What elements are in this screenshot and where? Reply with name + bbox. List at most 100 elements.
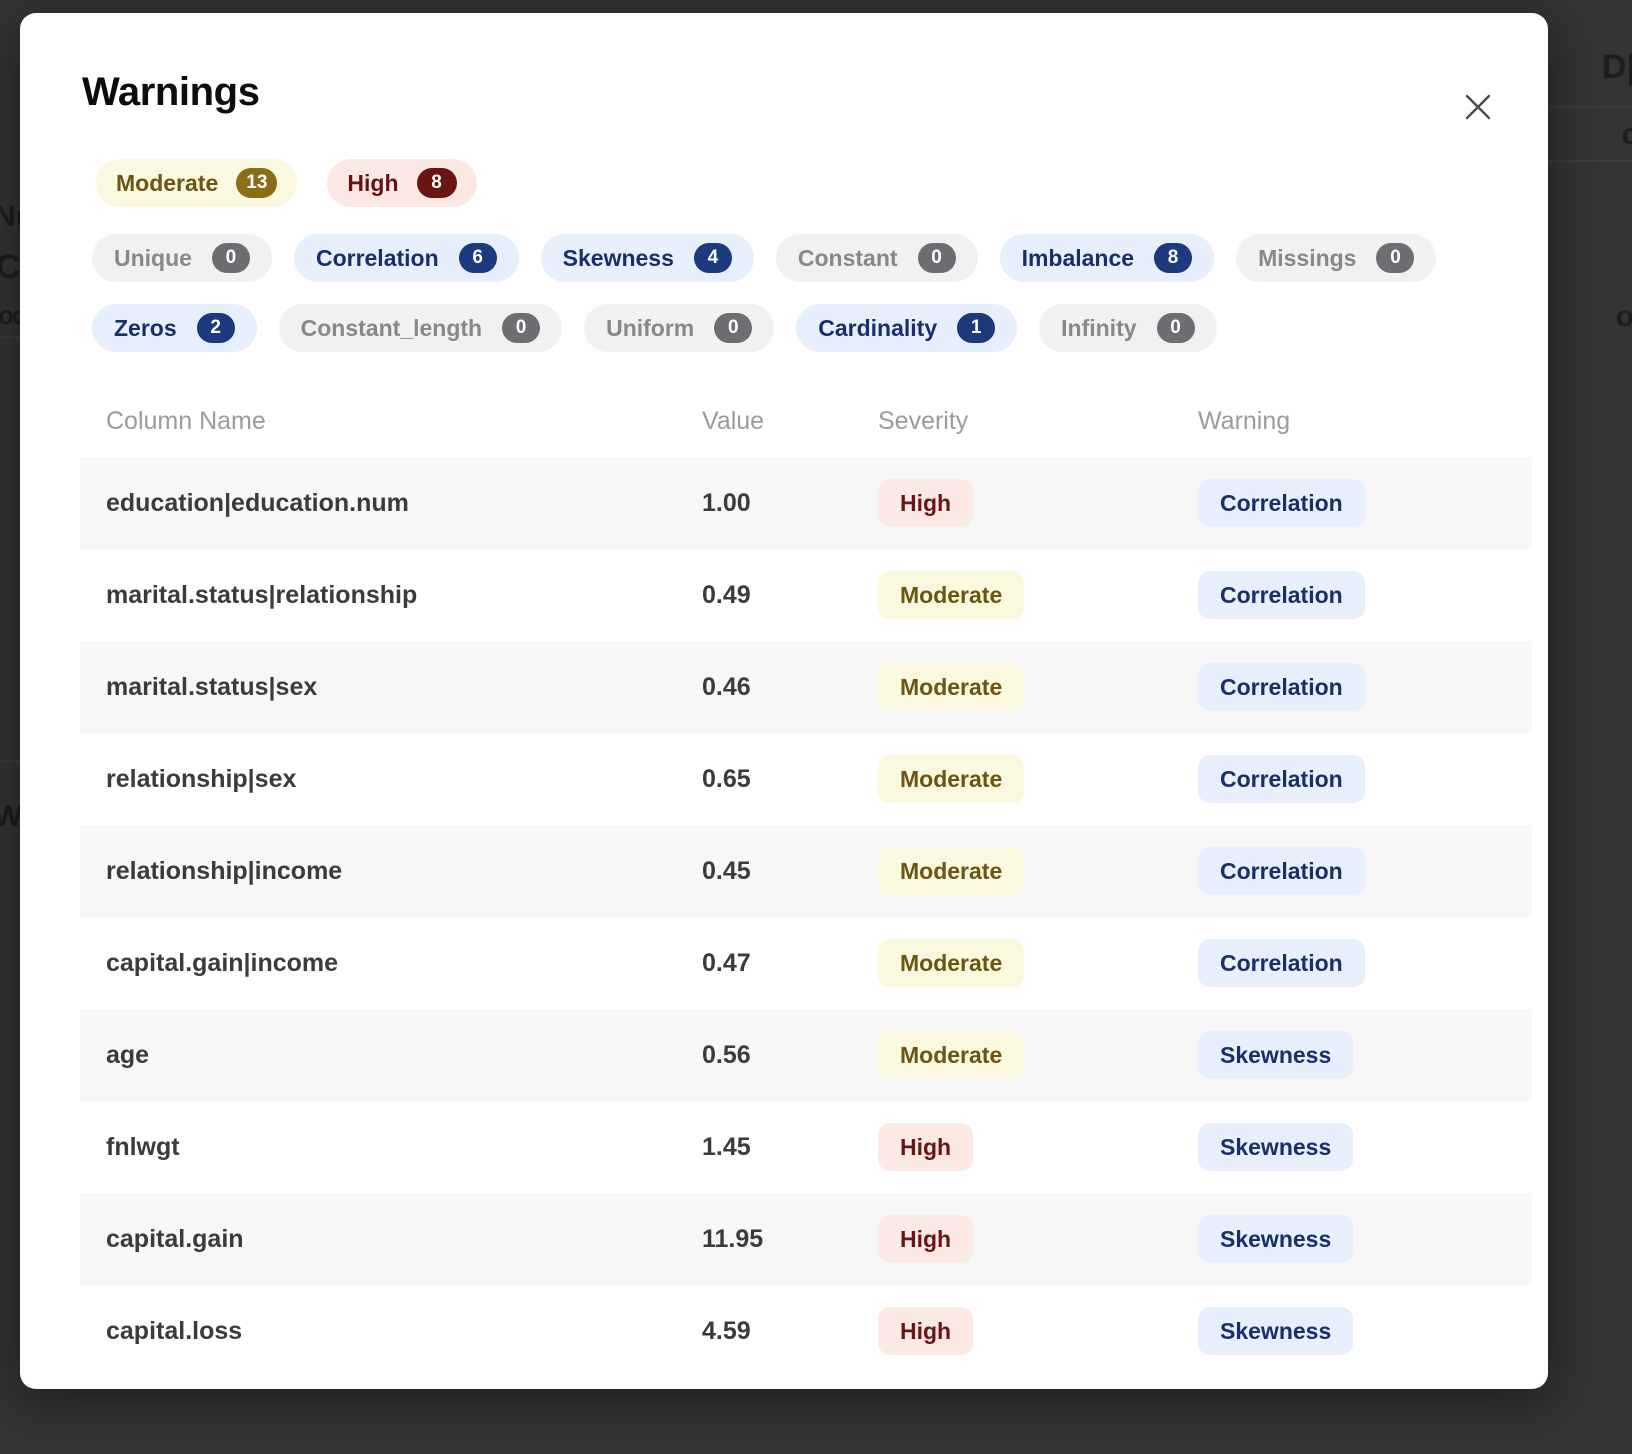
severity-filter-label: Moderate — [116, 169, 219, 196]
status-badge: Moderate — [878, 847, 1025, 895]
cell-value: 11.95 — [702, 1224, 764, 1253]
cell-column-name: education|education.num — [106, 488, 409, 517]
type-filter-label: Imbalance — [1021, 244, 1135, 271]
cell-value: 0.49 — [702, 580, 751, 609]
cell-warning: Skewness — [1198, 1215, 1532, 1263]
background-ghost-text: c — [1621, 118, 1632, 151]
cell-warning: Skewness — [1198, 1031, 1532, 1079]
background-ghost-text: W — [0, 800, 23, 833]
type-filter-label: Correlation — [315, 244, 439, 271]
warning-badge: Correlation — [1198, 571, 1365, 619]
status-badge: High — [878, 479, 974, 527]
severity-filter-label: High — [347, 169, 399, 196]
type-filter-infinity[interactable]: Infinity 0 — [1039, 304, 1217, 352]
type-filter-label: Zeros — [114, 314, 177, 341]
cell-severity: High — [878, 1215, 1198, 1263]
warning-badge: Correlation — [1198, 939, 1365, 987]
warning-badge: Correlation — [1198, 663, 1365, 711]
background-ghost-text: o — [1615, 300, 1632, 333]
cell-severity: High — [878, 1123, 1198, 1171]
type-filter-constant[interactable]: Constant 0 — [775, 234, 978, 282]
cell-severity: High — [878, 479, 1198, 527]
column-header-value[interactable]: Value — [702, 407, 878, 436]
type-filter-count: 0 — [1376, 243, 1415, 273]
cell-value: 0.45 — [702, 856, 751, 885]
cell-severity: High — [878, 1307, 1198, 1355]
cell-severity: Moderate — [878, 847, 1198, 895]
type-filter-label: Skewness — [562, 244, 674, 271]
cell-column-name: capital.loss — [106, 1316, 243, 1345]
table-row[interactable]: education|education.num 1.00 High Correl… — [80, 457, 1532, 549]
type-filter-correlation[interactable]: Correlation 6 — [293, 234, 519, 282]
cell-severity: Moderate — [878, 939, 1198, 987]
warning-badge: Correlation — [1198, 847, 1365, 895]
warnings-modal: Warnings Moderate 13 High 8 Unique 0 Cor… — [20, 13, 1548, 1389]
table-row[interactable]: relationship|income 0.45 Moderate Correl… — [80, 825, 1532, 917]
cell-value: 1.00 — [702, 488, 751, 517]
type-filter-count: 4 — [693, 243, 732, 273]
status-badge: High — [878, 1307, 974, 1355]
status-badge: Moderate — [878, 939, 1025, 987]
severity-filter-high[interactable]: High 8 — [327, 159, 477, 207]
cell-warning: Correlation — [1198, 939, 1532, 987]
table-row[interactable]: capital.loss 4.59 High Skewness — [80, 1285, 1532, 1377]
column-header-severity[interactable]: Severity — [878, 407, 1198, 436]
page-title: Warnings — [82, 70, 260, 114]
type-filter-label: Cardinality — [818, 314, 938, 341]
type-filter-count: 0 — [917, 243, 956, 273]
type-filter-cardinality[interactable]: Cardinality 1 — [796, 304, 1018, 352]
column-header-warning[interactable]: Warning — [1198, 407, 1532, 436]
type-filter-label: Infinity — [1061, 314, 1137, 341]
warning-badge: Correlation — [1198, 479, 1365, 527]
type-filter-constant-length[interactable]: Constant_length 0 — [278, 304, 563, 352]
cell-warning: Correlation — [1198, 571, 1532, 619]
background-ghost-text: D| — [1601, 48, 1632, 86]
status-badge: Moderate — [878, 571, 1025, 619]
table-row[interactable]: marital.status|relationship 0.49 Moderat… — [80, 549, 1532, 641]
table-row[interactable]: age 0.56 Moderate Skewness — [80, 1009, 1532, 1101]
warning-badge: Skewness — [1198, 1123, 1354, 1171]
cell-warning: Correlation — [1198, 479, 1532, 527]
table-row[interactable]: marital.status|sex 0.46 Moderate Correla… — [80, 641, 1532, 733]
type-filter-imbalance[interactable]: Imbalance 8 — [999, 234, 1215, 282]
background-ghost-text: C — [0, 248, 21, 286]
severity-filter-moderate[interactable]: Moderate 13 — [96, 159, 298, 207]
cell-column-name: marital.status|relationship — [106, 580, 418, 609]
type-filter-unique[interactable]: Unique 0 — [92, 234, 272, 282]
warnings-table: Column Name Value Severity Warning educa… — [80, 385, 1532, 1377]
type-filter-skewness[interactable]: Skewness 4 — [540, 234, 754, 282]
table-row[interactable]: relationship|sex 0.65 Moderate Correlati… — [80, 733, 1532, 825]
status-badge: High — [878, 1123, 974, 1171]
warning-badge: Skewness — [1198, 1031, 1354, 1079]
cell-column-name: capital.gain — [106, 1224, 244, 1253]
cell-value: 0.47 — [702, 948, 751, 977]
background-divider — [1546, 106, 1632, 108]
type-filter-uniform[interactable]: Uniform 0 — [584, 304, 775, 352]
cell-column-name: capital.gain|income — [106, 948, 339, 977]
background-divider — [1546, 160, 1632, 162]
table-row[interactable]: fnlwgt 1.45 High Skewness — [80, 1101, 1532, 1193]
cell-column-name: relationship|income — [106, 856, 343, 885]
type-filter-label: Missings — [1258, 244, 1357, 271]
cell-warning: Correlation — [1198, 755, 1532, 803]
type-filter-missings[interactable]: Missings 0 — [1236, 234, 1437, 282]
table-row[interactable]: capital.gain 11.95 High Skewness — [80, 1193, 1532, 1285]
cell-warning: Correlation — [1198, 663, 1532, 711]
cell-severity: Moderate — [878, 1031, 1198, 1079]
cell-value: 0.65 — [702, 764, 751, 793]
type-filter-count: 0 — [714, 313, 753, 343]
warning-badge: Skewness — [1198, 1307, 1354, 1355]
cell-warning: Skewness — [1198, 1307, 1532, 1355]
type-filter-zeros[interactable]: Zeros 2 — [92, 304, 257, 352]
severity-filter-count: 13 — [236, 168, 278, 198]
cell-value: 0.56 — [702, 1040, 751, 1069]
cell-warning: Correlation — [1198, 847, 1532, 895]
cell-column-name: age — [106, 1040, 150, 1069]
type-filter-count: 0 — [502, 313, 541, 343]
close-icon[interactable] — [1456, 85, 1500, 129]
column-header-column-name[interactable]: Column Name — [106, 407, 702, 436]
table-row[interactable]: capital.gain|income 0.47 Moderate Correl… — [80, 917, 1532, 1009]
table-header-row: Column Name Value Severity Warning — [80, 385, 1532, 457]
type-filter-count: 2 — [196, 313, 235, 343]
type-filter-count: 8 — [1154, 243, 1193, 273]
